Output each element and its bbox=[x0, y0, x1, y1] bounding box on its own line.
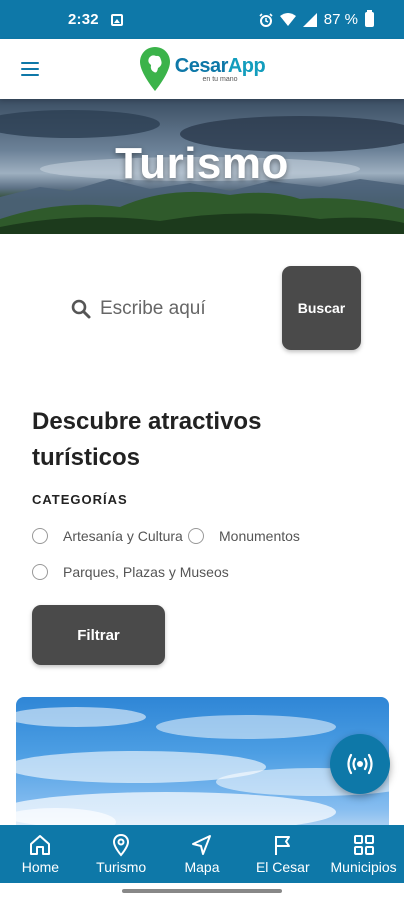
app-header: CesarApp en tu mano bbox=[0, 39, 404, 99]
categories-label: CATEGORÍAS bbox=[32, 492, 128, 507]
nav-label: Home bbox=[21, 859, 60, 875]
nav-label: Municipios bbox=[330, 859, 397, 875]
flag-icon bbox=[274, 836, 290, 855]
battery-icon bbox=[365, 10, 374, 27]
hero-title: Turismo bbox=[115, 139, 289, 188]
category-label: Artesanía y Cultura bbox=[63, 528, 183, 544]
category-radio-parques[interactable]: Parques, Plazas y Museos bbox=[32, 564, 229, 580]
filter-button[interactable]: Filtrar bbox=[32, 605, 165, 665]
search-input[interactable] bbox=[100, 292, 270, 326]
nav-label: Turismo bbox=[96, 859, 147, 875]
section-title: Descubre atractivos turísticos bbox=[32, 408, 262, 471]
nav-item-el-cesar[interactable]: El Cesar bbox=[242, 825, 323, 883]
status-bar: 2:32 87 % bbox=[0, 0, 404, 39]
nav-item-mapa[interactable]: Mapa bbox=[162, 825, 243, 883]
logo-text: CesarApp bbox=[174, 55, 266, 77]
nav-item-home[interactable]: Home bbox=[0, 825, 81, 883]
location-pin-icon bbox=[113, 833, 130, 857]
home-icon bbox=[30, 835, 51, 855]
system-gesture-area bbox=[0, 883, 404, 900]
radio-button[interactable] bbox=[32, 564, 48, 580]
nav-item-turismo[interactable]: Turismo bbox=[81, 825, 162, 883]
nav-label: El Cesar bbox=[255, 859, 310, 875]
hamburger-menu-icon[interactable] bbox=[21, 62, 39, 76]
category-label: Parques, Plazas y Museos bbox=[63, 564, 229, 580]
search-bar: Buscar bbox=[0, 266, 404, 350]
signal-icon bbox=[302, 12, 317, 27]
search-icon bbox=[71, 299, 91, 319]
category-radio-artesania[interactable]: Artesanía y Cultura bbox=[32, 528, 183, 544]
broadcast-fab-button[interactable] bbox=[330, 734, 390, 794]
radio-button[interactable] bbox=[188, 528, 204, 544]
app-logo: CesarApp en tu mano bbox=[139, 46, 266, 92]
nav-item-municipios[interactable]: Municipios bbox=[323, 825, 404, 883]
gesture-handle[interactable] bbox=[122, 889, 282, 893]
broadcast-icon bbox=[347, 753, 373, 775]
logo-pin-icon bbox=[139, 47, 170, 91]
category-radio-monumentos[interactable]: Monumentos bbox=[188, 528, 300, 544]
hero-banner: Turismo bbox=[0, 99, 404, 234]
logo-tagline: en tu mano bbox=[202, 76, 238, 83]
search-button[interactable]: Buscar bbox=[282, 266, 361, 350]
grid-icon bbox=[353, 835, 374, 855]
alarm-icon bbox=[259, 12, 273, 27]
nav-label: Mapa bbox=[184, 859, 220, 875]
navigation-arrow-icon bbox=[191, 835, 211, 855]
image-icon bbox=[110, 13, 123, 26]
radio-button[interactable] bbox=[32, 528, 48, 544]
wifi-icon bbox=[279, 13, 296, 26]
status-time: 2:32 bbox=[68, 11, 99, 28]
status-icons: 87 % bbox=[259, 10, 374, 28]
category-label: Monumentos bbox=[219, 528, 300, 544]
battery-percent: 87 % bbox=[323, 11, 358, 28]
bottom-navigation: Home Turismo Mapa El Cesar Municipios bbox=[0, 825, 404, 883]
